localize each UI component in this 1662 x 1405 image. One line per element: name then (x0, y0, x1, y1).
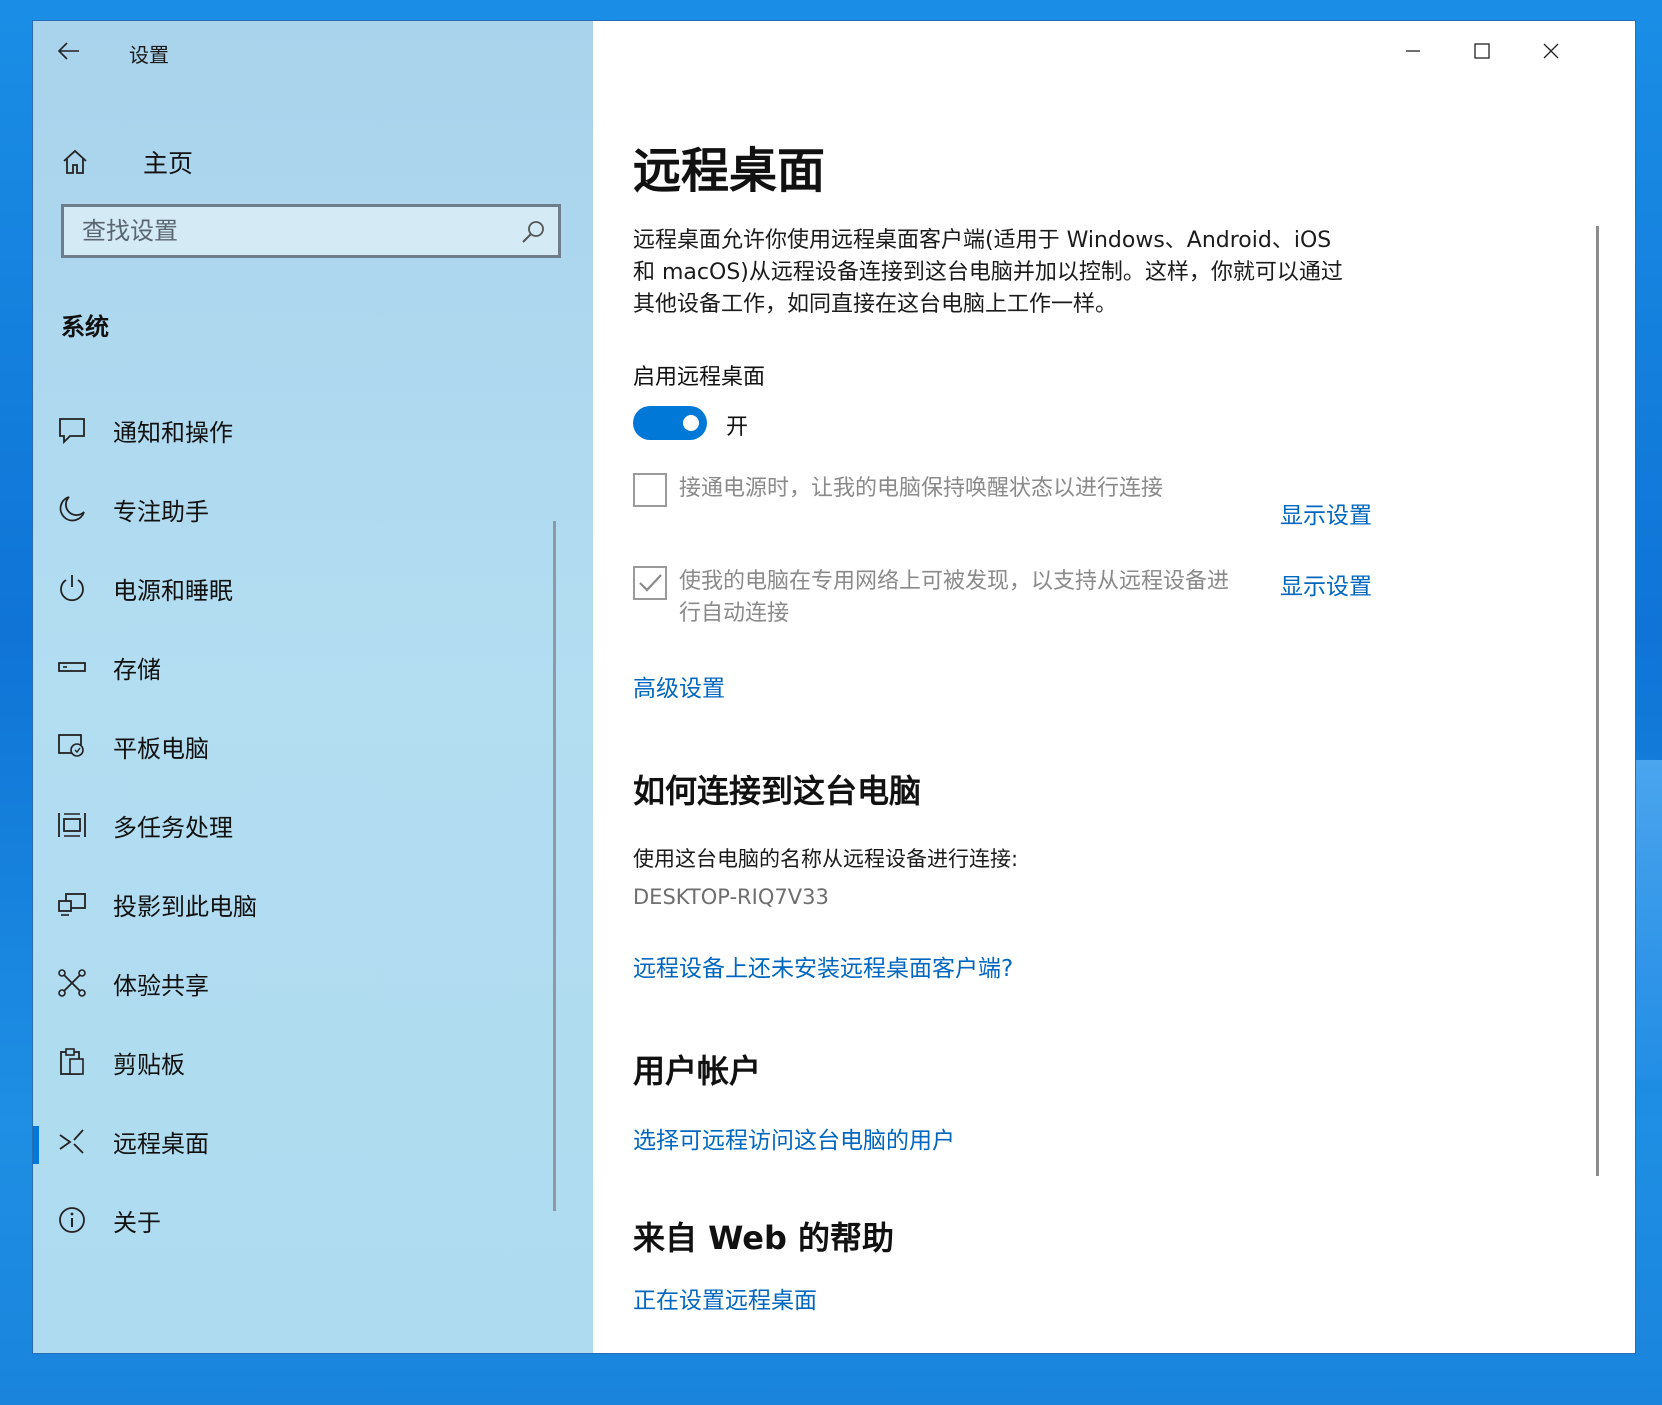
home-label: 主页 (143, 149, 194, 178)
sidebar-item-label: 电源和睡眠 (113, 576, 233, 605)
sidebar-item-about[interactable]: 关于 (33, 1189, 561, 1251)
sidebar-item-label: 投影到此电脑 (113, 892, 257, 921)
sidebar-item-home[interactable]: 主页 (55, 137, 555, 187)
maximize-button[interactable] (1450, 29, 1514, 73)
discoverable-label-line: 行自动连接 (679, 601, 790, 626)
minimize-button[interactable] (1381, 29, 1445, 73)
clipboard-icon (55, 1045, 89, 1079)
sidebar-item-remote-desktop[interactable]: 远程桌面 (33, 1110, 561, 1172)
storage-icon (55, 650, 89, 684)
app-title: 设置 (129, 43, 169, 67)
search-icon[interactable] (520, 219, 546, 245)
checkmark-icon (639, 574, 662, 592)
setting-up-remote-desktop-link[interactable]: 正在设置远程桌面 (633, 1281, 817, 1315)
sidebar-item-label: 体验共享 (113, 971, 209, 1000)
description-line: 其他设备工作，如同直接在这台电脑上工作一样。 (633, 292, 1118, 317)
sidebar-item-tablet[interactable]: 平板电脑 (33, 715, 561, 777)
share-icon (55, 966, 89, 1000)
multitask-icon (55, 808, 89, 842)
back-button[interactable] (51, 33, 87, 69)
settings-window: 设置 主页 系统 通知和操作 专注助手 (32, 20, 1636, 1354)
sidebar-item-label: 关于 (113, 1208, 161, 1237)
power-icon (55, 571, 89, 605)
section-label-system: 系统 (61, 313, 109, 341)
minimize-icon (1406, 50, 1420, 52)
main-scrollbar[interactable] (1596, 226, 1599, 1176)
pc-name: DESKTOP-RIQ7V33 (633, 885, 829, 909)
sidebar-item-notifications[interactable]: 通知和操作 (33, 399, 561, 461)
keep-awake-label: 接通电源时，让我的电脑保持唤醒状态以进行连接 (679, 476, 1164, 501)
user-accounts-heading: 用户帐户 (633, 1052, 762, 1090)
discoverable-label-line: 使我的电脑在专用网络上可被发现，以支持从远程设备进 (679, 569, 1230, 594)
tablet-icon (55, 729, 89, 763)
sidebar-item-shared-experiences[interactable]: 体验共享 (33, 952, 561, 1014)
toggle-state-text: 开 (726, 415, 749, 440)
sidebar-scrollbar[interactable] (553, 521, 556, 1211)
sidebar-item-label: 存储 (113, 655, 161, 684)
sidebar-item-label: 多任务处理 (113, 813, 233, 842)
sidebar-item-focus-assist[interactable]: 专注助手 (33, 478, 561, 540)
sidebar-item-clipboard[interactable]: 剪贴板 (33, 1031, 561, 1093)
sidebar-item-label: 专注助手 (113, 497, 209, 526)
network-display-settings-link[interactable]: 显示设置 (1280, 567, 1372, 601)
sidebar-item-label: 远程桌面 (113, 1129, 209, 1158)
title-bar: 设置 (33, 21, 593, 81)
description-line: 远程桌面允许你使用远程桌面客户端(适用于 Windows、Android、iOS (633, 228, 1332, 253)
web-help-heading: 来自 Web 的帮助 (633, 1219, 895, 1257)
toggle-knob (683, 415, 699, 431)
info-icon (55, 1203, 89, 1237)
sidebar-item-power-sleep[interactable]: 电源和睡眠 (33, 557, 561, 619)
search-box[interactable] (61, 204, 561, 258)
notification-icon (55, 413, 89, 447)
close-icon (1543, 43, 1559, 59)
moon-icon (55, 492, 89, 526)
page-title: 远程桌面 (633, 143, 826, 199)
keep-awake-checkbox[interactable] (633, 473, 667, 507)
how-to-connect-heading: 如何连接到这台电脑 (633, 772, 922, 810)
discoverable-checkbox[interactable] (633, 566, 667, 600)
description-line: 和 macOS)从远程设备连接到这台电脑并加以控制。这样，你就可以通过 (633, 260, 1343, 285)
discoverable-label: 使我的电脑在专用网络上可被发现，以支持从远程设备进 行自动连接 (679, 566, 1229, 630)
main-content: 远程桌面 远程桌面允许你使用远程桌面客户端(适用于 Windows、Androi… (593, 21, 1635, 1353)
sidebar-item-label: 平板电脑 (113, 734, 209, 763)
home-icon (63, 149, 87, 174)
connect-instruction: 使用这台电脑的名称从远程设备进行连接: (633, 847, 1019, 871)
sidebar-item-label: 剪贴板 (113, 1050, 185, 1079)
select-users-link[interactable]: 选择可远程访问这台电脑的用户 (633, 1121, 955, 1155)
back-arrow-icon (58, 42, 79, 60)
sidebar-item-project[interactable]: 投影到此电脑 (33, 873, 561, 935)
sidebar-item-label: 通知和操作 (113, 418, 233, 447)
sidebar: 设置 主页 系统 通知和操作 专注助手 (33, 21, 593, 1353)
remote-desktop-toggle[interactable] (633, 406, 707, 440)
close-button[interactable] (1519, 29, 1583, 73)
client-not-installed-link[interactable]: 远程设备上还未安装远程桌面客户端? (633, 949, 1013, 983)
description: 远程桌面允许你使用远程桌面客户端(适用于 Windows、Android、iOS… (633, 225, 1393, 321)
search-input[interactable] (64, 207, 558, 255)
project-icon (55, 887, 89, 921)
advanced-settings-link[interactable]: 高级设置 (633, 669, 725, 703)
sidebar-item-storage[interactable]: 存储 (33, 636, 561, 698)
sidebar-item-multitasking[interactable]: 多任务处理 (33, 794, 561, 856)
remote-desktop-icon (55, 1124, 89, 1158)
remote-desktop-toggle-label: 启用远程桌面 (633, 365, 766, 390)
maximize-icon (1474, 43, 1490, 59)
power-display-settings-link[interactable]: 显示设置 (1280, 496, 1372, 530)
